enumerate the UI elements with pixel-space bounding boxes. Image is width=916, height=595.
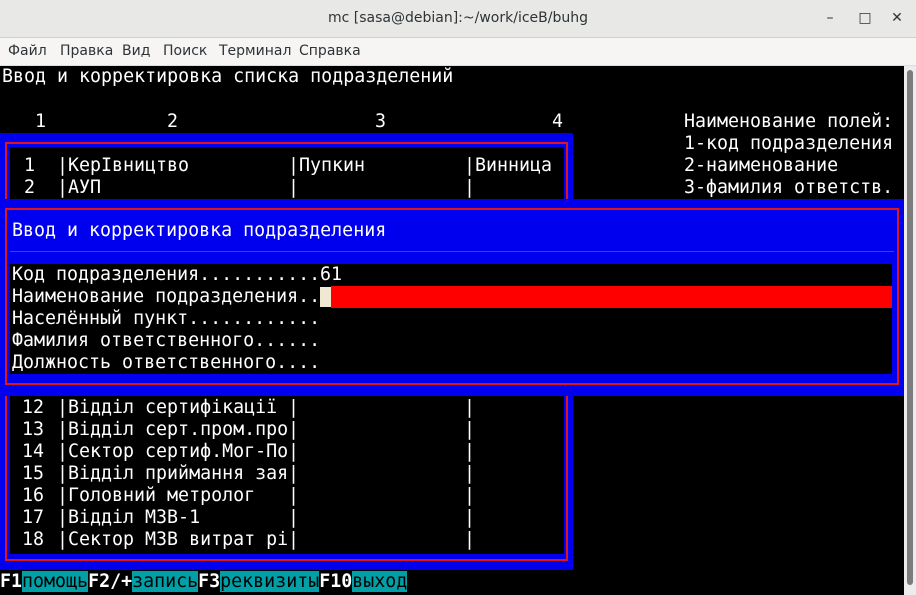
column-separator: | (288, 485, 300, 506)
row-name: Відділ МЗВ-1 (68, 507, 201, 528)
scrollbar-thumb[interactable] (907, 70, 913, 585)
field-name-input[interactable] (331, 286, 892, 308)
key-f1-label[interactable]: помощь (22, 571, 89, 592)
text-cursor (320, 287, 331, 307)
row-number: 14 (22, 441, 45, 462)
column-separator: | (288, 463, 300, 484)
row-number: 15 (22, 463, 45, 484)
legend-item: 2-наименование (684, 155, 839, 176)
maximize-icon[interactable]: □ (856, 9, 874, 27)
key-f2-label[interactable]: запись (132, 571, 199, 592)
key-f2[interactable]: F2/+ (88, 571, 133, 592)
row-name: Відділ приймання зая (68, 463, 289, 484)
column-number: 2 (167, 111, 179, 132)
column-separator: | (57, 463, 69, 484)
row-name: Відділ сертифікації (68, 397, 278, 418)
row-name: КерІвництво (68, 155, 190, 176)
key-f10[interactable]: F10 (319, 571, 353, 592)
column-separator: | (464, 529, 476, 550)
column-separator: | (288, 529, 300, 550)
row-name: Сектор сертиф.Мог-По (68, 441, 289, 462)
row-number: 18 (22, 529, 45, 550)
menu-search[interactable]: Поиск (163, 43, 207, 59)
legend-item: 3-фамилия ответств. (684, 177, 894, 198)
screen-heading: Ввод и корректировка списка подразделени… (2, 66, 454, 87)
menu-terminal[interactable]: Терминал (219, 43, 291, 59)
row-number: 17 (22, 507, 45, 528)
column-separator: | (288, 419, 300, 440)
column-separator: | (288, 397, 300, 418)
terminal-area[interactable]: Ввод и корректировка списка подразделени… (0, 66, 904, 595)
column-separator: | (464, 507, 476, 528)
column-separator: | (57, 419, 69, 440)
column-number: 1 (35, 111, 47, 132)
row-city: Винница (475, 155, 553, 176)
column-separator: | (57, 441, 69, 462)
window-titlebar: mc [sasa@debian]:~/work/iceB/buhg – □ ✕ (0, 0, 916, 38)
window-title: mc [sasa@debian]:~/work/iceB/buhg (328, 10, 588, 26)
row-number: 13 (22, 419, 45, 440)
menu-view[interactable]: Вид (122, 43, 150, 59)
field-name-label: Наименование подразделения.. (12, 286, 321, 307)
field-position-label: Должность ответственного.... (12, 352, 321, 373)
column-separator: | (288, 507, 300, 528)
column-separator: | (464, 485, 476, 506)
column-separator: | (288, 441, 300, 462)
column-separator: | (288, 177, 300, 198)
column-number: 3 (375, 111, 387, 132)
column-separator: | (464, 419, 476, 440)
row-person: Пупкин (299, 155, 366, 176)
column-separator: | (464, 177, 476, 198)
column-separator: | (57, 507, 69, 528)
function-key-bar: F1помощьF2/+записьF3реквизитыF10выход (0, 571, 408, 593)
menu-edit[interactable]: Правка (60, 43, 113, 59)
row-name: Відділ серт.пром.про (68, 419, 289, 440)
column-separator: | (57, 155, 69, 176)
legend-item: 1-код подразделения (684, 133, 894, 154)
column-separator: | (57, 529, 69, 550)
row-number: 12 (22, 397, 45, 418)
legend-title: Наименование полей: (684, 111, 894, 132)
key-f3-label[interactable]: реквизиты (220, 571, 320, 592)
row-number: 1 (24, 155, 36, 176)
key-f10-label[interactable]: выход (352, 571, 408, 592)
row-number: 16 (22, 485, 45, 506)
column-separator: | (57, 177, 69, 198)
menu-help[interactable]: Справка (299, 43, 361, 59)
column-number: 4 (552, 111, 564, 132)
key-f3[interactable]: F3 (198, 571, 221, 592)
row-name: Сектор МЗВ витрат рі (68, 529, 289, 550)
column-separator: | (57, 485, 69, 506)
field-code-label: Код подразделения........... (12, 264, 321, 285)
menu-file[interactable]: Файл (8, 43, 47, 59)
terminal-scrollbar[interactable] (904, 66, 916, 595)
column-separator: | (464, 397, 476, 418)
field-city-label: Населённый пункт............ (12, 308, 321, 329)
column-separator: | (464, 441, 476, 462)
column-separator: | (57, 397, 69, 418)
column-separator: | (288, 155, 300, 176)
row-name: Головний метролог (68, 485, 256, 506)
column-separator: | (464, 155, 476, 176)
field-code-value[interactable]: 61 (320, 264, 342, 286)
field-person-label: Фамилия ответственного...... (12, 330, 321, 351)
dialog-title: Ввод и корректировка подразделения (12, 220, 387, 241)
dialog-divider (10, 251, 894, 252)
minimize-icon[interactable]: – (821, 9, 839, 27)
column-separator: | (464, 463, 476, 484)
menu-bar: Файл Правка Вид Поиск Терминал Справка (0, 38, 916, 66)
close-icon[interactable]: ✕ (888, 9, 906, 27)
key-f1[interactable]: F1 (0, 571, 23, 592)
row-name: АУП (68, 177, 102, 198)
row-number: 2 (24, 177, 36, 198)
